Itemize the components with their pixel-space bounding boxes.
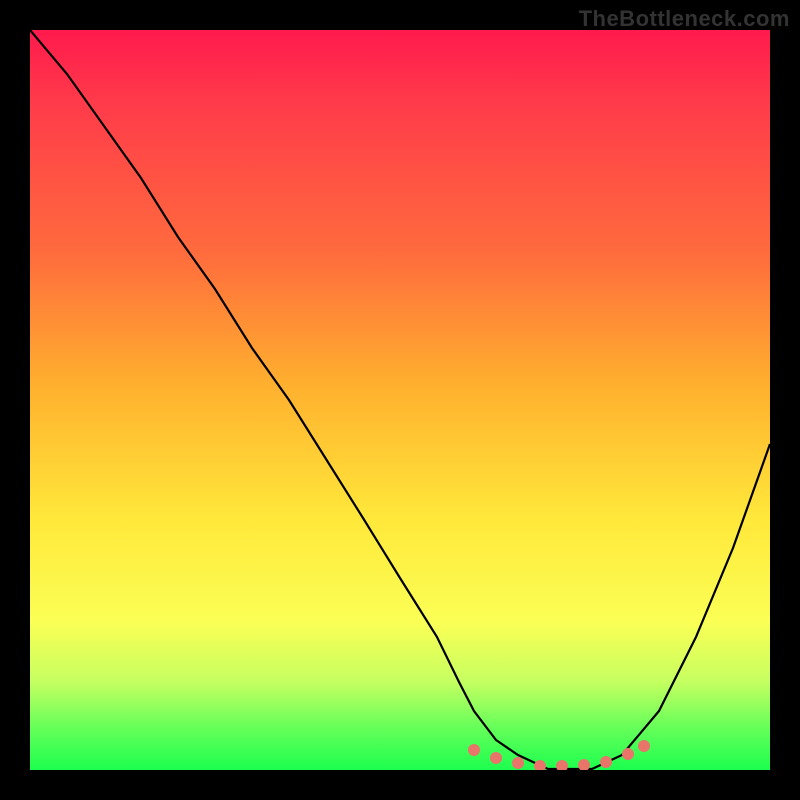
bottleneck-curve <box>30 30 770 769</box>
optimal-band <box>468 740 650 770</box>
watermark-text: TheBottleneck.com <box>579 6 790 32</box>
chart-frame: TheBottleneck.com <box>0 0 800 800</box>
curve-layer <box>30 30 770 770</box>
plot-area <box>30 30 770 770</box>
